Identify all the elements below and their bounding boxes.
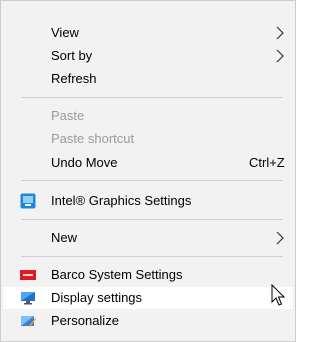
menu-separator (21, 97, 283, 98)
menu-item-label: View (51, 25, 79, 40)
menu-item-view[interactable]: View (3, 22, 293, 44)
display-settings-icon (21, 292, 35, 305)
menu-item-display-settings[interactable]: Display settings (3, 287, 293, 309)
menu-item-label: Barco System Settings (51, 267, 183, 282)
menu-item-intel-graphics-settings[interactable]: Intel® Graphics Settings (3, 190, 293, 212)
mouse-cursor-icon (271, 284, 286, 306)
menu-separator (21, 180, 283, 181)
menu-separator (21, 219, 283, 220)
barco-icon (20, 270, 36, 280)
menu-item-label: Paste shortcut (51, 131, 135, 146)
chevron-right-icon (276, 231, 284, 245)
menu-item-label: Undo Move (51, 155, 118, 170)
menu-item-new[interactable]: New (3, 227, 293, 249)
chevron-right-icon (276, 26, 284, 40)
chevron-right-icon (276, 49, 284, 63)
menu-item-label: Display settings (51, 290, 143, 305)
menu-item-shortcut: Ctrl+Z (249, 155, 285, 170)
menu-item-paste-shortcut: Paste shortcut (3, 128, 293, 150)
menu-item-personalize[interactable]: Personalize (3, 310, 293, 332)
menu-item-sort-by[interactable]: Sort by (3, 45, 293, 67)
personalize-icon (21, 316, 36, 327)
desktop-context-menu: View Sort by Refresh Paste Paste shortcu… (0, 0, 296, 342)
menu-item-label: Personalize (51, 313, 119, 328)
menu-item-label: Sort by (51, 48, 93, 63)
menu-item-barco-system-settings[interactable]: Barco System Settings (3, 264, 293, 286)
menu-item-refresh[interactable]: Refresh (3, 68, 293, 90)
menu-item-label: Intel® Graphics Settings (51, 193, 192, 208)
intel-graphics-icon (20, 193, 36, 209)
menu-item-paste: Paste (3, 105, 293, 127)
menu-separator (21, 256, 283, 257)
menu-item-label: New (51, 230, 78, 245)
menu-item-label: Paste (51, 108, 85, 123)
menu-item-label: Refresh (51, 71, 97, 86)
menu-item-undo-move[interactable]: Undo Move Ctrl+Z (3, 152, 293, 174)
